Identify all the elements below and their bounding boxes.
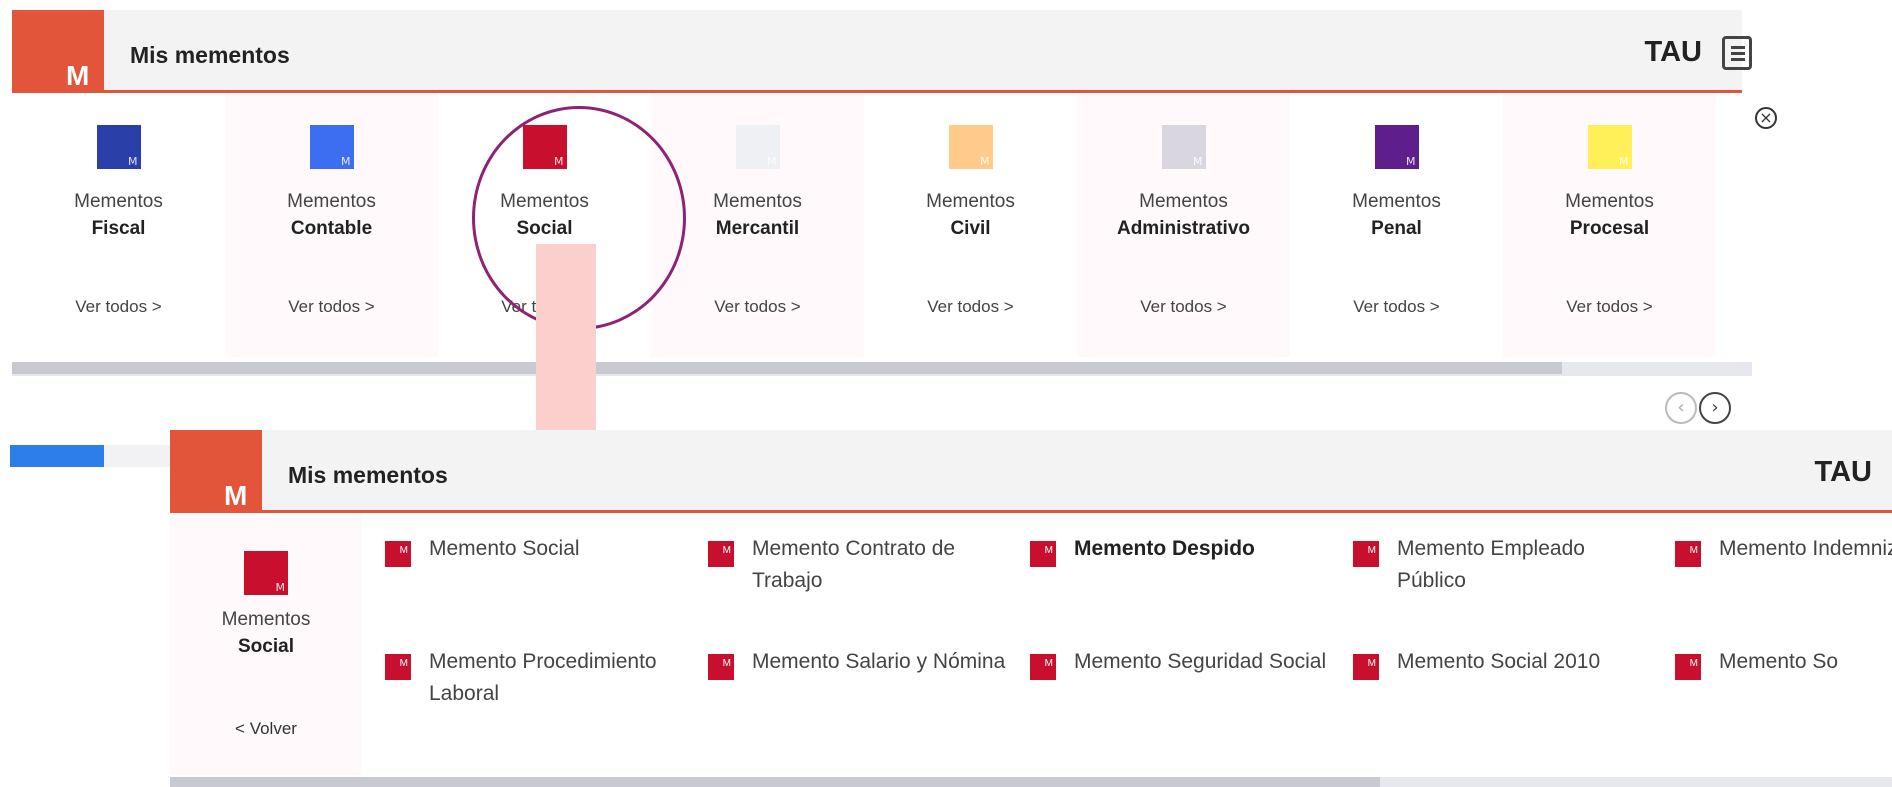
- memento-icon: M: [1030, 654, 1056, 680]
- memento-icon: M: [1675, 541, 1701, 567]
- document-list-icon[interactable]: [1722, 36, 1752, 70]
- panel-header: M Mis mementos TAU: [12, 10, 1752, 108]
- memento-list-item[interactable]: M Memento Social 2010: [1353, 646, 1653, 680]
- category-color-square: M: [309, 125, 354, 169]
- category-card-fiscal[interactable]: M Mementos Fiscal Ver todos >: [12, 93, 225, 357]
- memento-label: Memento Seguridad Social: [1074, 650, 1327, 673]
- carousel-nav: ‹ ›: [1665, 392, 1733, 424]
- memento-list-item[interactable]: M Memento Contrato de Trabajo: [708, 533, 1008, 597]
- memento-list-item[interactable]: M Memento Procedimiento Laboral: [385, 646, 685, 710]
- category-label-prefix: Mementos: [1139, 191, 1228, 212]
- horizontal-scrollbar-thumb[interactable]: [170, 777, 1380, 787]
- category-color-square: M: [735, 125, 780, 169]
- panel-header: M Mis mementos TAU: [170, 430, 1892, 528]
- memento-label: Memento Empleado Público: [1397, 537, 1585, 592]
- memento-icon: M: [1030, 541, 1056, 567]
- category-label-name: Civil: [950, 218, 991, 239]
- category-label-prefix: Mementos: [287, 191, 376, 212]
- ver-todos-link[interactable]: Ver todos >: [1290, 297, 1503, 317]
- panel-title: Mis mementos: [130, 42, 290, 68]
- memento-icon: M: [385, 654, 411, 680]
- memento-label: Memento Contrato de Trabajo: [752, 537, 956, 592]
- category-label-prefix: Mementos: [1565, 191, 1654, 212]
- mementos-panel-top: M Mis mementos TAU M Mementos Fiscal Ver to…: [12, 10, 1752, 378]
- horizontal-scrollbar-thumb[interactable]: [12, 362, 1562, 374]
- category-color-square: M: [1587, 125, 1632, 169]
- memento-list-item[interactable]: M Memento Despido: [1030, 533, 1330, 567]
- memento-list-item[interactable]: M Memento So: [1675, 646, 1892, 680]
- memento-label: Memento Social: [429, 537, 580, 560]
- category-card-administrativo[interactable]: M Mementos Administrativo Ver todos >: [1077, 93, 1290, 357]
- panel-title: Mis mementos: [288, 462, 448, 488]
- tau-label[interactable]: TAU: [1645, 36, 1702, 69]
- category-card-procesal[interactable]: M Mementos Procesal Ver todos >: [1503, 93, 1716, 357]
- blue-accent-bar: [10, 445, 104, 467]
- ver-todos-link[interactable]: Ver todos >: [1077, 297, 1290, 317]
- memento-list-item[interactable]: M Memento Empleado Público: [1353, 533, 1653, 597]
- memento-label: Memento Salario y Nómina: [752, 650, 1006, 673]
- ver-todos-link[interactable]: Ver todos >: [225, 297, 438, 317]
- memento-label: Memento Social 2010: [1397, 650, 1601, 673]
- category-color-square: M: [948, 125, 993, 169]
- selected-category: M Mementos Social < Volver: [170, 513, 362, 775]
- memento-label: Memento Despido: [1074, 537, 1255, 560]
- ver-todos-link[interactable]: Ver todos >: [651, 297, 864, 317]
- social-mementos-body: M Mementos Social < Volver M Memento Soci…: [170, 513, 1892, 775]
- memento-icon: M: [1353, 654, 1379, 680]
- memento-list-item[interactable]: M Memento Salario y Nómina: [708, 646, 1008, 680]
- tau-label[interactable]: TAU: [1815, 456, 1872, 489]
- category-color-square: M: [1161, 125, 1206, 169]
- back-link[interactable]: < Volver: [170, 719, 362, 739]
- category-label-name: Social: [238, 636, 294, 657]
- category-card-contable[interactable]: M Mementos Contable Ver todos >: [225, 93, 438, 357]
- memento-label: Memento Procedimiento Laboral: [429, 650, 657, 705]
- category-label-prefix: Mementos: [221, 609, 311, 630]
- ver-todos-link[interactable]: Ver todos >: [864, 297, 1077, 317]
- arrow-shaft: [536, 244, 596, 450]
- memento-label: Memento So: [1719, 650, 1839, 673]
- category-color-square: M: [1374, 125, 1419, 169]
- memento-icon: M: [708, 541, 734, 567]
- category-color-square: M: [244, 551, 288, 595]
- category-list: M Mementos Fiscal Ver todos > M Mementos Conta…: [12, 93, 1742, 361]
- memento-list-item[interactable]: M Memento Social: [385, 533, 685, 567]
- category-label-prefix: Mementos: [926, 191, 1015, 212]
- chevron-right-icon[interactable]: ›: [1699, 392, 1731, 424]
- memento-logo[interactable]: M: [12, 10, 104, 108]
- ver-todos-link[interactable]: Ver todos >: [12, 297, 225, 317]
- category-label-name: Fiscal: [91, 218, 146, 239]
- category-color-square: M: [96, 125, 141, 169]
- mementos-panel-social: M Mis mementos TAU M Mementos Social < V…: [170, 430, 1892, 787]
- category-card-penal[interactable]: M Mementos Penal Ver todos >: [1290, 93, 1503, 357]
- category-label-prefix: Mementos: [1352, 191, 1441, 212]
- category-label-name: Administrativo: [1116, 218, 1251, 239]
- ver-todos-link[interactable]: Ver todos >: [1503, 297, 1716, 317]
- memento-list-item[interactable]: M Memento Seguridad Social: [1030, 646, 1330, 680]
- memento-icon: M: [708, 654, 734, 680]
- close-icon[interactable]: ×: [1755, 107, 1777, 129]
- memento-icon: M: [385, 541, 411, 567]
- category-label-name: Contable: [290, 218, 373, 239]
- gray-bar: [104, 445, 170, 467]
- category-label-name: Procesal: [1569, 218, 1650, 239]
- memento-logo[interactable]: M: [170, 430, 262, 528]
- category-card-civil[interactable]: M Mementos Civil Ver todos >: [864, 93, 1077, 357]
- memento-label: Memento Indemnizacio: [1719, 537, 1892, 560]
- category-label-name: Penal: [1371, 218, 1422, 239]
- chevron-left-icon[interactable]: ‹: [1665, 392, 1697, 424]
- memento-icon: M: [1353, 541, 1379, 567]
- category-label-prefix: Mementos: [74, 191, 163, 212]
- memento-icon: M: [1675, 654, 1701, 680]
- memento-list-item[interactable]: M Memento Indemnizacio: [1675, 533, 1892, 567]
